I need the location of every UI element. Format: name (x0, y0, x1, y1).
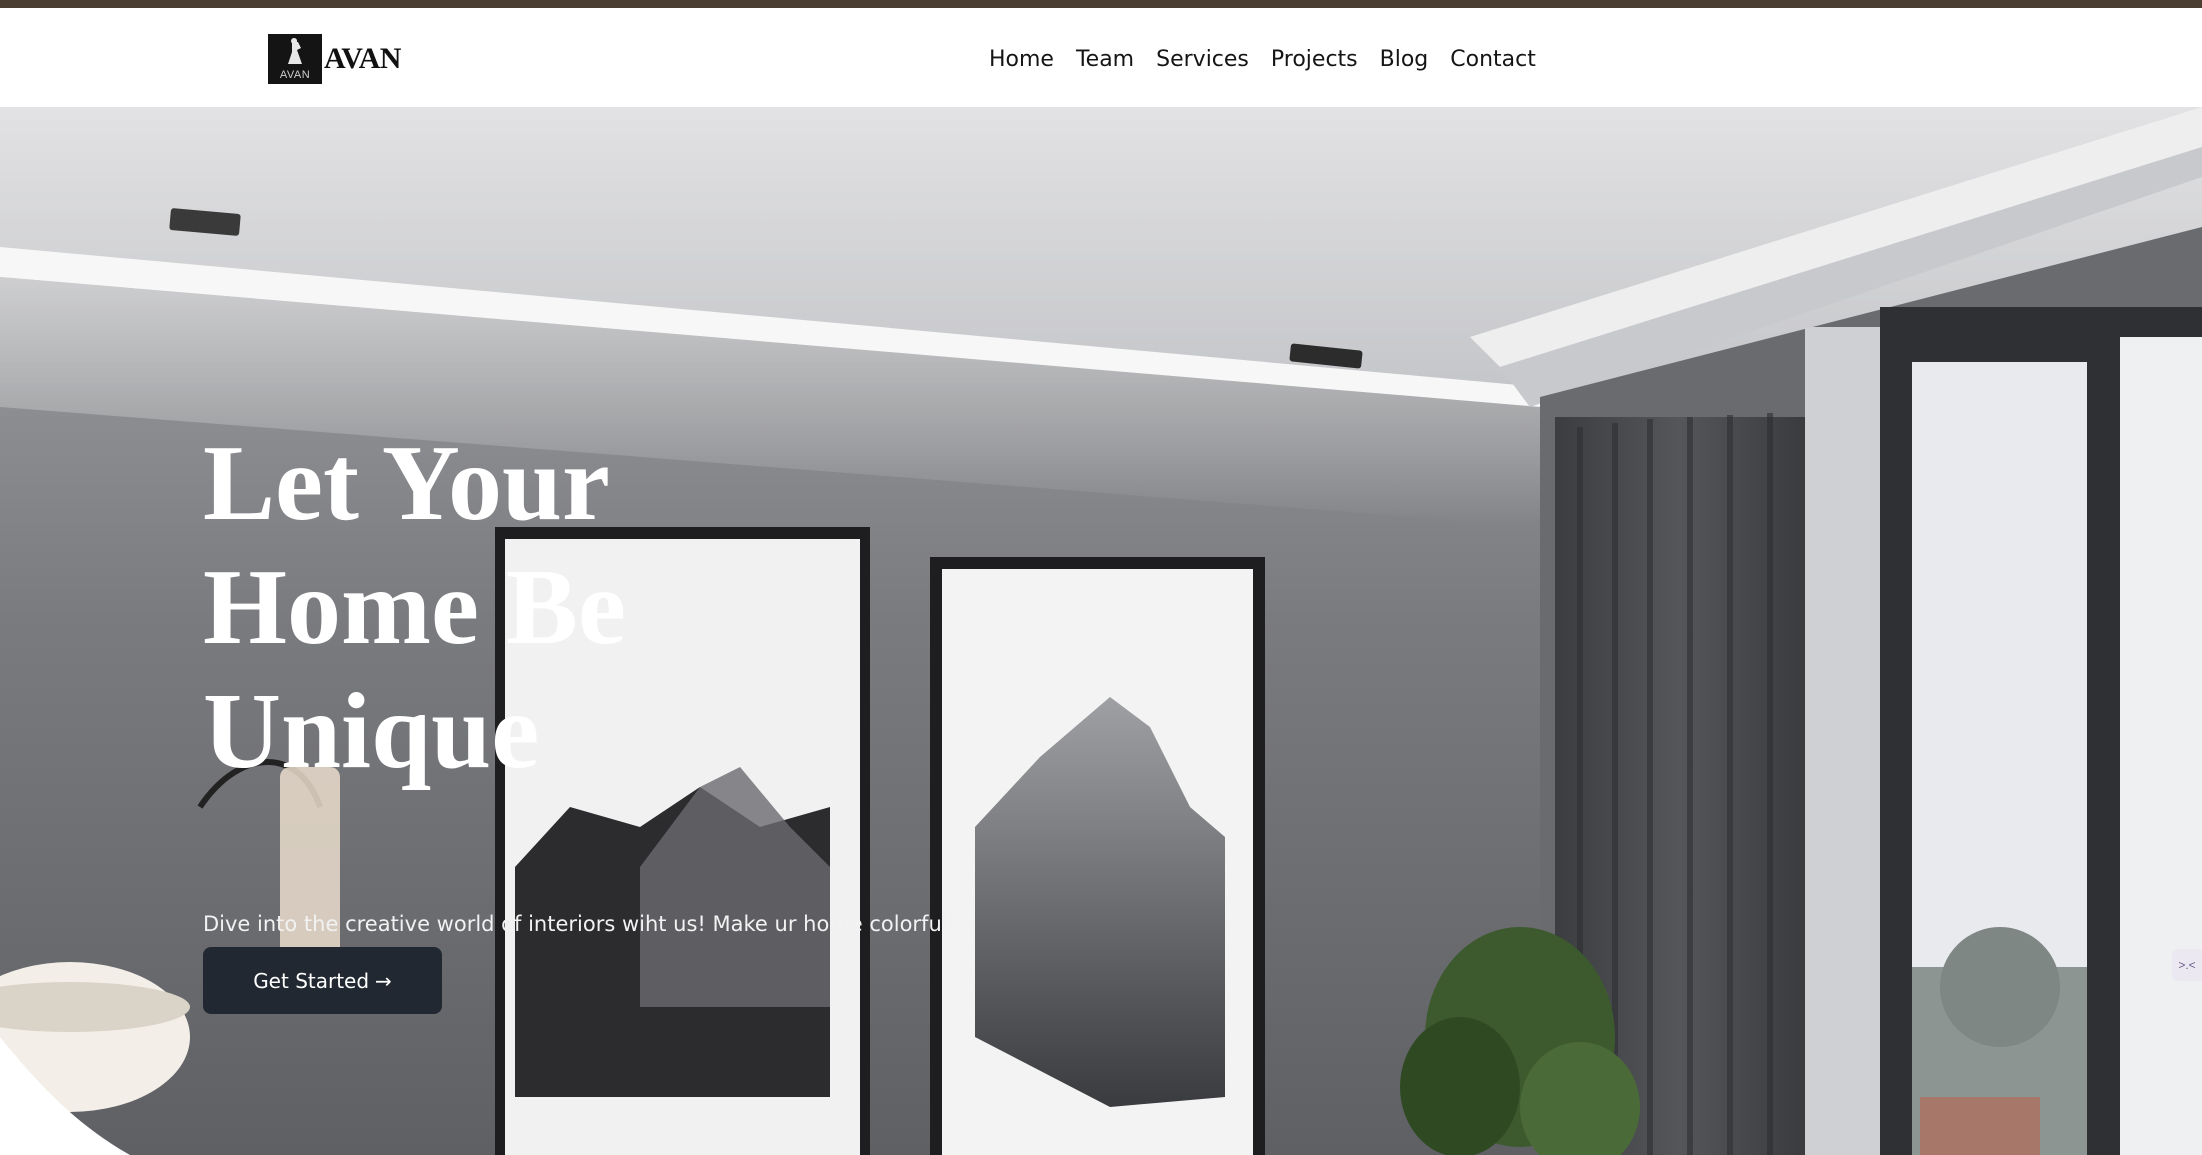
nav-link-projects[interactable]: Projects (1271, 47, 1358, 72)
nav-link-services[interactable]: Services (1156, 47, 1249, 72)
logo-badge-icon: AVAN (268, 34, 322, 84)
nav-link-contact[interactable]: Contact (1450, 47, 1536, 72)
arrow-right-icon: → (375, 968, 392, 993)
nav-link-team[interactable]: Team (1076, 47, 1134, 72)
main-nav: Home Team Services Projects Blog Contact (989, 34, 1536, 84)
brand-logo[interactable]: AVAN AVAN (268, 34, 401, 84)
brand-name: AVAN (324, 42, 401, 75)
nav-link-blog[interactable]: Blog (1380, 47, 1429, 72)
get-started-label: Get Started (253, 968, 370, 993)
side-widget-tab[interactable]: >.< (2172, 949, 2202, 981)
hero-title: Let Your Home Be Unique (203, 424, 626, 791)
nav-link-home[interactable]: Home (989, 47, 1054, 72)
side-widget-label: >.< (2178, 958, 2196, 972)
hero-subtitle: Dive into the creative world of interior… (203, 912, 957, 936)
get-started-button[interactable]: Get Started → (203, 947, 442, 1014)
hero-section: Let Your Home Be Unique Dive into the cr… (0, 107, 2202, 1155)
logo-badge-label: AVAN (279, 69, 311, 81)
navbar: AVAN AVAN Home Team Services Projects Bl… (0, 8, 2202, 107)
top-accent-bar (0, 0, 2202, 8)
